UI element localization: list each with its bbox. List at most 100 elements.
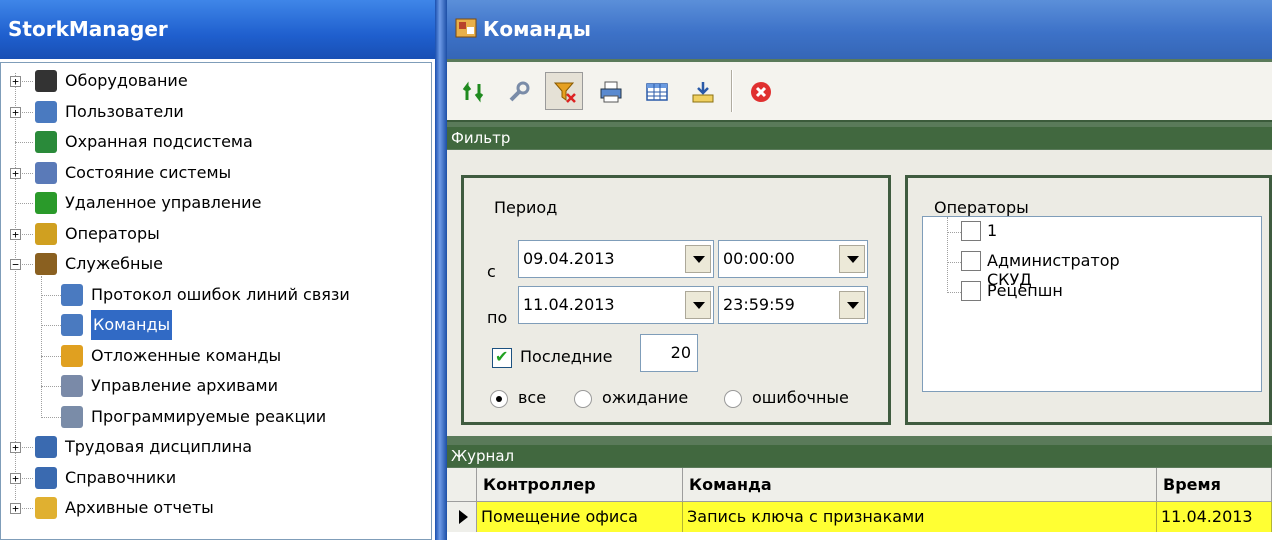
settings-button[interactable]	[499, 72, 537, 110]
journal-section-header: Журнал	[447, 445, 1272, 467]
to-time-picker[interactable]: 23:59:59	[718, 286, 868, 324]
expand-icon[interactable]: +	[10, 76, 21, 87]
navigation-panel: StorkManager + Оборудование + Пользователи О…	[0, 0, 435, 540]
toolbar-separator	[731, 70, 733, 112]
close-icon	[751, 82, 771, 102]
tree-item-label: Пользователи	[65, 101, 184, 121]
tree-line	[41, 325, 61, 326]
tree-item-13[interactable]: + Трудовая дисциплина	[1, 432, 431, 462]
expand-icon[interactable]: +	[10, 106, 21, 118]
from-date-picker[interactable]: 09.04.2013	[518, 240, 714, 278]
equipment-icon	[35, 70, 57, 92]
close-button[interactable]	[741, 72, 779, 110]
chevron-down-icon[interactable]	[839, 291, 865, 319]
wrench-icon	[509, 81, 530, 102]
refresh-button[interactable]	[453, 72, 491, 110]
tree-line	[947, 262, 961, 263]
from-time-value: 00:00:00	[723, 249, 795, 268]
print-button[interactable]	[591, 72, 629, 110]
operator-checkbox[interactable]	[961, 281, 981, 301]
tree-item-11[interactable]: Управление архивами	[1, 371, 431, 401]
column-header-command[interactable]: Команда	[683, 468, 1157, 502]
commands-window-icon	[455, 18, 477, 38]
period-label: Период	[494, 198, 558, 217]
expand-icon[interactable]: +	[10, 228, 21, 240]
tree-item-label: Протокол ошибок линий связи	[91, 284, 350, 304]
last-label: Последние	[520, 347, 613, 366]
expand-icon[interactable]: +	[10, 442, 21, 453]
commands-icon	[61, 314, 83, 336]
tree-item-3[interactable]: Охранная подсистема	[1, 127, 431, 157]
operators-list: 1 Администратор СКУД Рецепшн	[922, 216, 1262, 392]
tree-item-9[interactable]: Команды	[1, 310, 431, 340]
tree-item-4[interactable]: + Состояние системы	[1, 158, 431, 188]
radio-errors-label: ошибочные	[752, 388, 849, 407]
tree-item-8[interactable]: Протокол ошибок линий связи	[1, 280, 431, 310]
tree-item-label: Управление архивами	[91, 376, 278, 395]
tree-line	[41, 416, 61, 418]
row-indicator-header	[447, 468, 477, 502]
toolbar	[447, 62, 1272, 122]
radio-waiting-label: ожидание	[602, 388, 689, 407]
reference-books-icon	[35, 466, 57, 489]
tree-item-2[interactable]: + Пользователи	[1, 97, 431, 127]
tree-item-10[interactable]: Отложенные команды	[1, 341, 431, 371]
operator-checkbox[interactable]	[961, 251, 981, 271]
column-header-time[interactable]: Время	[1157, 468, 1272, 502]
expand-icon[interactable]: +	[10, 472, 21, 484]
cell-command[interactable]: Запись ключа с признаками	[683, 502, 1157, 532]
chevron-down-icon[interactable]	[685, 291, 711, 319]
tree-item-14[interactable]: + Справочники	[1, 463, 431, 493]
operators-group: Операторы 1 Администратор СКУД Рецепшн	[905, 175, 1272, 425]
chevron-down-icon[interactable]	[685, 245, 711, 273]
tree-item-label: Архивные отчеты	[65, 498, 214, 517]
export-icon	[692, 82, 714, 103]
tree-item-label: Справочники	[65, 467, 177, 487]
pane-splitter[interactable]	[435, 0, 447, 540]
last-checkbox[interactable]	[492, 347, 512, 368]
tree-item-5[interactable]: Удаленное управление	[1, 188, 431, 218]
programmable-reactions-icon	[61, 405, 83, 428]
last-count-input[interactable]: 20	[640, 334, 698, 372]
tree-line	[41, 355, 61, 357]
tree-item-12[interactable]: Программируемые реакции	[1, 402, 431, 432]
radio-waiting[interactable]	[574, 390, 592, 408]
radio-all-label: все	[518, 388, 547, 407]
from-time-picker[interactable]: 00:00:00	[718, 240, 868, 278]
export-button[interactable]	[683, 72, 721, 110]
tree-item-label: Удаленное управление	[65, 193, 262, 212]
expand-icon[interactable]: +	[10, 503, 21, 514]
collapse-icon[interactable]: −	[10, 259, 21, 270]
cell-controller[interactable]: Помещение офиса	[477, 502, 683, 532]
tree-item-15[interactable]: + Архивные отчеты	[1, 493, 431, 523]
tree-line	[947, 232, 961, 233]
filter-button[interactable]	[545, 72, 583, 110]
column-header-controller[interactable]: Контроллер	[477, 468, 683, 502]
operator-checkbox[interactable]	[961, 221, 981, 241]
period-group: Период с 09.04.2013 00:00:00 по 11.04.20…	[461, 175, 891, 425]
system-state-icon	[35, 161, 57, 184]
tree-line	[947, 217, 948, 293]
radio-errors[interactable]	[724, 390, 742, 408]
filter-icon	[553, 82, 576, 103]
table-button[interactable]	[637, 72, 675, 110]
operators-icon	[35, 222, 57, 245]
commands-window: Команды Фильтр Период с 09.04.2013 00:00…	[447, 0, 1272, 540]
window-title: Команды	[483, 17, 591, 41]
tree-item-7[interactable]: − Служебные	[1, 249, 431, 279]
labor-discipline-icon	[35, 436, 57, 458]
tree-item-6[interactable]: + Операторы	[1, 219, 431, 249]
users-icon	[35, 100, 57, 123]
operator-label: Рецепшн	[987, 281, 1063, 300]
to-date-value: 11.04.2013	[523, 295, 615, 314]
chevron-down-icon[interactable]	[839, 245, 865, 273]
to-date-picker[interactable]: 11.04.2013	[518, 286, 714, 324]
tree-line	[41, 386, 61, 387]
row-indicator	[447, 502, 477, 532]
operators-label: Операторы	[934, 198, 1029, 217]
tree-item-1[interactable]: + Оборудование	[1, 66, 431, 96]
radio-all[interactable]	[490, 390, 508, 408]
expand-icon[interactable]: +	[10, 167, 21, 179]
cell-time[interactable]: 11.04.2013	[1157, 502, 1272, 532]
navigation-tree: + Оборудование + Пользователи Охранная подси…	[0, 62, 432, 540]
